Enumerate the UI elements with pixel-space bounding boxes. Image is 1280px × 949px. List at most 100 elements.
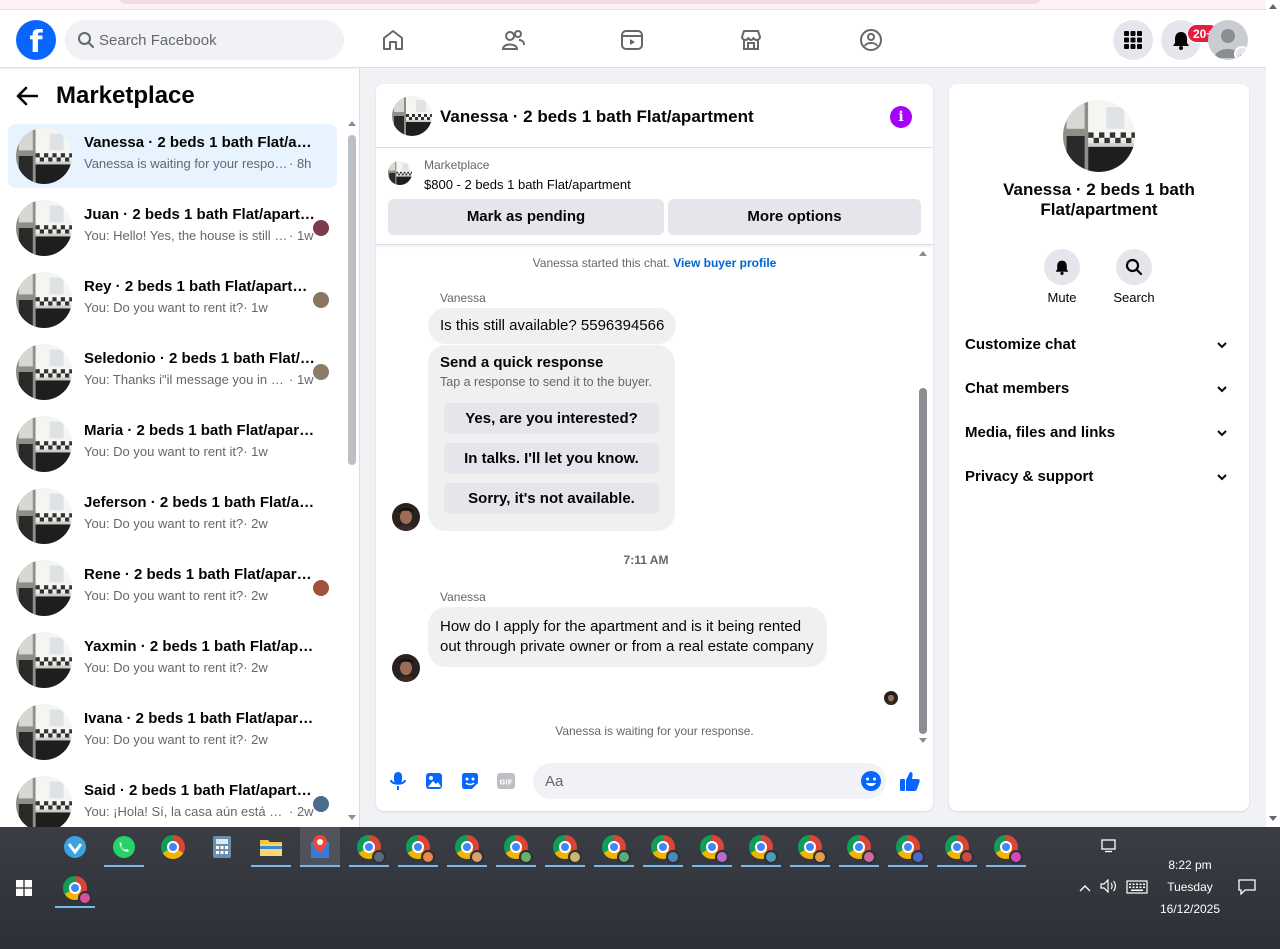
scroll-down-arrow-icon[interactable] <box>348 815 356 820</box>
message-bubble[interactable]: Is this still available? 5596394566 <box>428 308 677 344</box>
message-input[interactable] <box>545 763 845 799</box>
emoji-icon[interactable] <box>860 770 882 797</box>
file-explorer-icon[interactable] <box>251 827 291 867</box>
gif-icon[interactable]: GIF <box>494 769 518 793</box>
chrome-icon[interactable] <box>153 827 193 867</box>
listing-thumbnail[interactable] <box>388 161 412 185</box>
more-options-button[interactable]: More options <box>668 199 921 235</box>
conversation-item[interactable]: Said · 2 beds 1 bath Flat/apartment You: … <box>8 772 337 827</box>
home-tab[interactable] <box>373 20 413 60</box>
notification-center-icon[interactable] <box>1238 879 1256 898</box>
listing-large-avatar[interactable] <box>1063 100 1135 172</box>
scroll-up-arrow-icon[interactable] <box>348 121 356 126</box>
chrome-profile-icon[interactable] <box>545 827 585 867</box>
chrome-profile-icon[interactable] <box>986 827 1026 867</box>
chrome-profile-icon[interactable] <box>643 827 683 867</box>
menu-button[interactable] <box>1113 20 1153 60</box>
conversation-item[interactable]: Jeferson · 2 beds 1 bath Flat/apartment Y… <box>8 484 337 548</box>
volume-icon[interactable] <box>1100 878 1118 896</box>
info-panel-title: Vanessa · 2 beds 1 bath Flat/apartment <box>1003 180 1195 219</box>
chevron-up-icon[interactable] <box>1079 881 1091 895</box>
chat-listing-avatar[interactable] <box>392 96 432 136</box>
seen-avatar <box>313 364 329 380</box>
marketplace-tab[interactable] <box>731 20 771 60</box>
chrome-profile-icon[interactable] <box>55 868 95 908</box>
chrome-profile-icon[interactable] <box>888 827 928 867</box>
conversation-item[interactable]: Rene · 2 beds 1 bath Flat/apartment You: … <box>8 556 337 620</box>
search-bar[interactable] <box>65 20 344 60</box>
search-icon[interactable] <box>1116 249 1152 285</box>
window-scrollbar[interactable] <box>1266 0 1280 827</box>
sticker-icon[interactable] <box>458 769 482 793</box>
friends-tab[interactable] <box>493 20 533 60</box>
conversation-item[interactable]: Rey · 2 beds 1 bath Flat/apartment You: D… <box>8 268 337 332</box>
search-label: Search <box>1113 290 1155 305</box>
windows-start-icon[interactable] <box>4 868 44 908</box>
marketplace-inbox-sidebar: Marketplace Vanessa · 2 beds 1 bath Flat… <box>0 69 360 827</box>
desktop-icon[interactable] <box>1101 839 1119 856</box>
clock-day[interactable]: Tuesday <box>1148 880 1232 894</box>
chat-title[interactable]: Vanessa · 2 beds 1 bath Flat/apartment <box>440 107 754 127</box>
view-buyer-profile-link[interactable]: View buyer profile <box>673 256 776 270</box>
customize-chat-section[interactable]: Customize chat <box>965 325 1233 365</box>
sender-avatar[interactable] <box>392 654 420 682</box>
conversation-item[interactable]: Seledonio · 2 beds 1 bath Flat/apartment… <box>8 340 337 404</box>
mute-action[interactable]: Mute <box>1027 249 1097 305</box>
sender-avatar[interactable] <box>392 503 420 531</box>
maps-pin-icon[interactable] <box>300 827 340 867</box>
quick-response-yes[interactable]: Yes, are you interested? <box>444 403 659 434</box>
chrome-profile-icon[interactable] <box>839 827 879 867</box>
microphone-icon[interactable] <box>386 769 410 793</box>
conversation-item[interactable]: Yaxmin · 2 beds 1 bath Flat/apartment You… <box>8 628 337 692</box>
scroll-up-arrow-icon[interactable] <box>1269 4 1277 9</box>
search-input[interactable] <box>99 20 329 60</box>
chrome-profile-icon[interactable] <box>937 827 977 867</box>
thumbs-up-icon[interactable] <box>898 769 922 793</box>
sidebar-scrollbar[interactable] <box>345 117 359 825</box>
clock-time[interactable]: 8:22 pm <box>1148 858 1232 872</box>
conversation-title: Said · 2 beds 1 bath Flat/apartment <box>84 782 316 799</box>
message-bubble[interactable]: How do I apply for the apartment and is … <box>428 607 827 667</box>
chrome-profile-icon[interactable] <box>496 827 536 867</box>
photo-icon[interactable] <box>422 769 446 793</box>
message-input-box[interactable] <box>533 763 886 799</box>
whatsapp-icon[interactable] <box>104 827 144 867</box>
scrollbar-thumb[interactable] <box>919 388 927 734</box>
chrome-profile-icon[interactable] <box>349 827 389 867</box>
facebook-logo-icon[interactable]: f <box>16 20 56 60</box>
chrome-profile-icon[interactable] <box>594 827 634 867</box>
search-action[interactable]: Search <box>1099 249 1169 305</box>
calculator-icon[interactable] <box>202 827 242 867</box>
clock-date[interactable]: 16/12/2025 <box>1148 902 1232 916</box>
keyboard-icon[interactable] <box>1126 880 1148 897</box>
groups-tab[interactable] <box>851 20 891 60</box>
chrome-profile-icon[interactable] <box>447 827 487 867</box>
chrome-profile-icon[interactable] <box>741 827 781 867</box>
scrollbar-thumb[interactable] <box>348 135 356 465</box>
conversation-item[interactable]: Maria · 2 beds 1 bath Flat/apartment You:… <box>8 412 337 476</box>
mark-as-pending-button[interactable]: Mark as pending <box>388 199 664 235</box>
preview-time: · 8h <box>289 156 312 171</box>
media-files-links-section[interactable]: Media, files and links <box>965 413 1233 453</box>
video-tab[interactable] <box>612 20 652 60</box>
profile-avatar[interactable]: ⌄ <box>1208 20 1248 60</box>
conversation-item[interactable]: Ivana · 2 beds 1 bath Flat/apartment You:… <box>8 700 337 764</box>
quick-response-not-available[interactable]: Sorry, it's not available. <box>444 483 659 514</box>
privacy-support-section[interactable]: Privacy & support <box>965 457 1233 497</box>
chat-scrollbar[interactable] <box>916 246 930 746</box>
chrome-profile-icon[interactable] <box>692 827 732 867</box>
conversation-item[interactable]: Juan · 2 beds 1 bath Flat/apartment You: … <box>8 196 337 260</box>
chat-members-section[interactable]: Chat members <box>965 369 1233 409</box>
back-arrow-icon[interactable] <box>16 81 46 111</box>
chrome-profile-icon[interactable] <box>790 827 830 867</box>
scroll-down-arrow-icon[interactable] <box>919 738 927 743</box>
info-icon[interactable]: i <box>890 106 912 128</box>
scroll-up-arrow-icon[interactable] <box>919 251 927 256</box>
quick-response-in-talks[interactable]: In talks. I'll let you know. <box>444 443 659 474</box>
listing-price[interactable]: $800 - 2 beds 1 bath Flat/apartment <box>424 177 631 192</box>
conversation-item[interactable]: Vanessa · 2 beds 1 bath Flat/apartment Va… <box>8 124 337 188</box>
scroll-down-arrow-icon[interactable] <box>1269 816 1277 821</box>
bell-icon[interactable] <box>1044 249 1080 285</box>
chrome-profile-icon[interactable] <box>398 827 438 867</box>
vpn-app-icon[interactable] <box>55 827 95 867</box>
